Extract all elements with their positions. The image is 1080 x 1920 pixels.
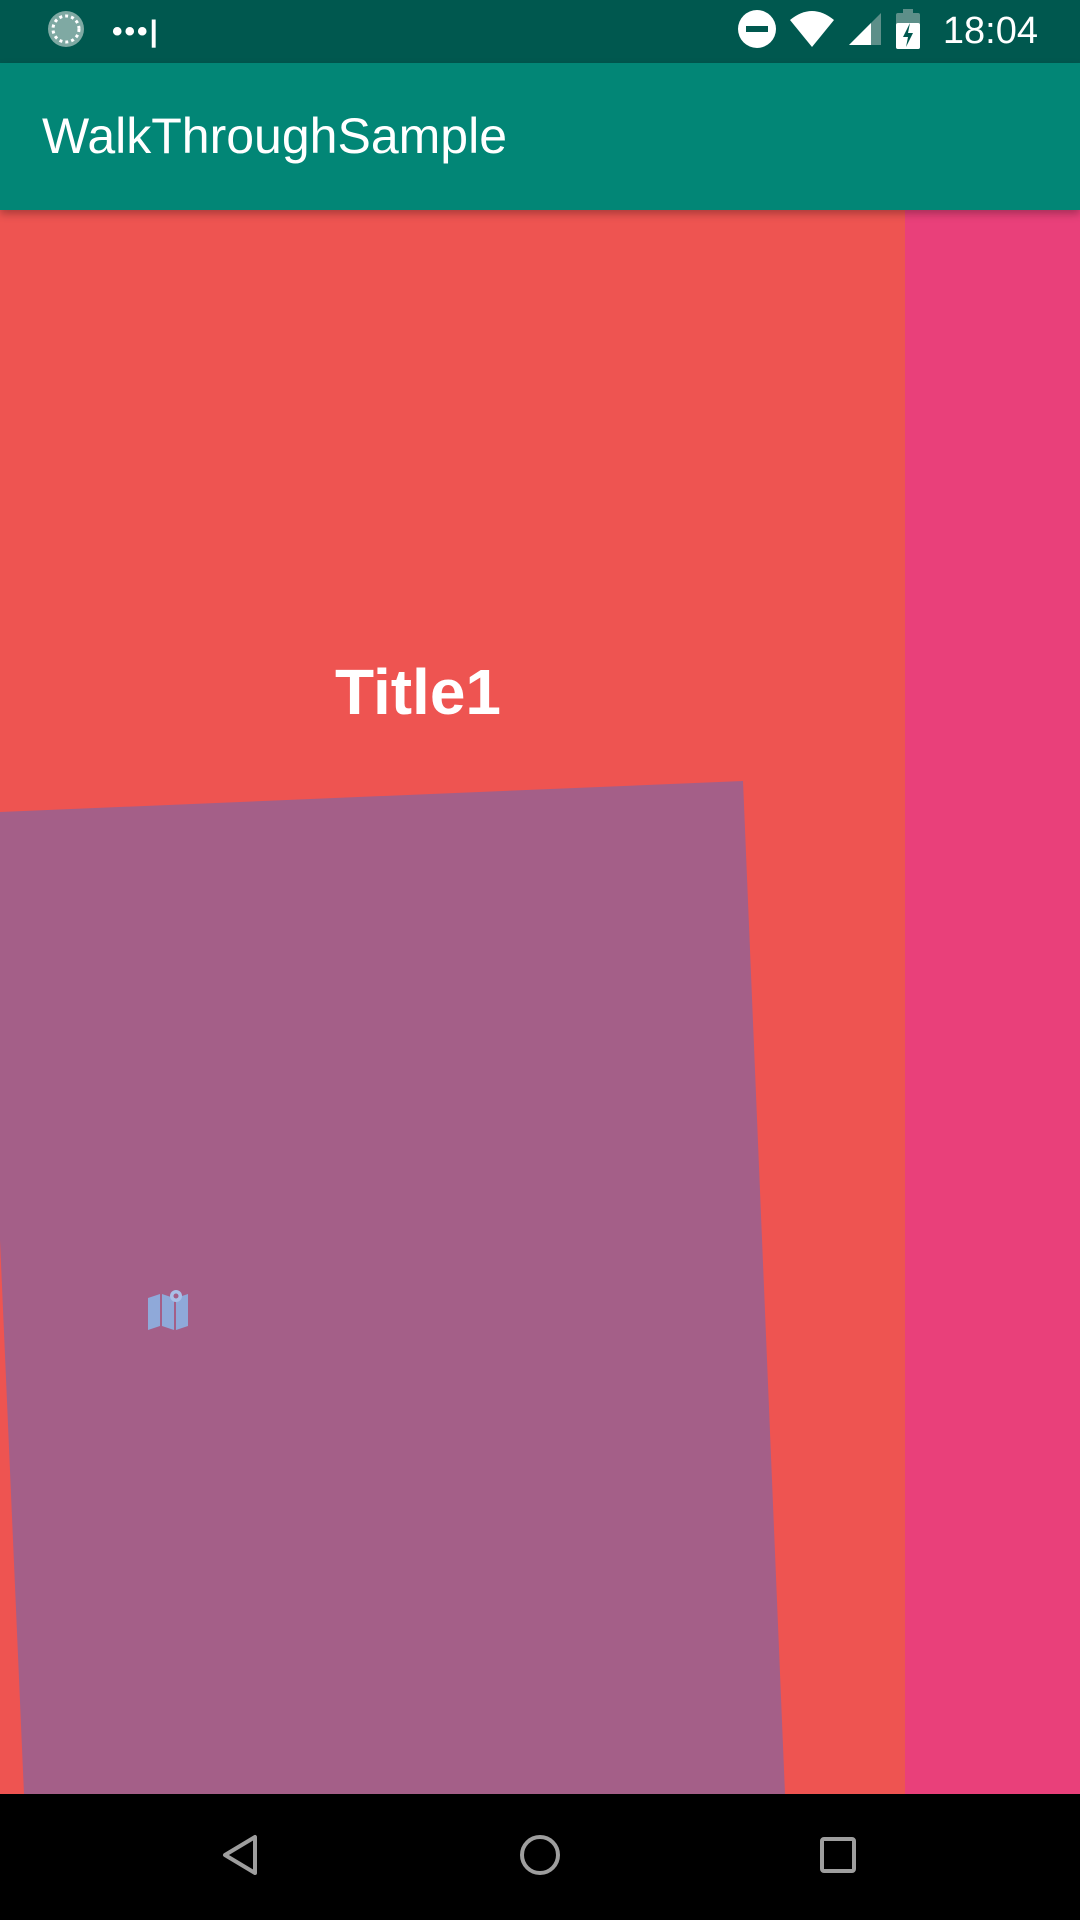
navigation-bar: [0, 1794, 1080, 1920]
back-button[interactable]: [181, 1794, 301, 1920]
status-right: 18:04: [737, 0, 1038, 63]
more-dots-icon: •••|: [112, 14, 160, 48]
walkthrough-pager[interactable]: Title1: [0, 210, 1080, 1794]
do-not-disturb-icon: [737, 9, 777, 54]
status-left: •••|: [46, 0, 160, 63]
recents-button[interactable]: [778, 1794, 898, 1920]
home-icon: [518, 1833, 562, 1882]
app-bar: WalkThroughSample: [0, 63, 1080, 210]
status-time: 18:04: [942, 10, 1038, 52]
status-bar: •••| 18:04: [0, 0, 1080, 63]
loading-icon: [46, 9, 86, 54]
home-button[interactable]: [480, 1794, 600, 1920]
map-icon: [146, 1290, 190, 1335]
app-title: WalkThroughSample: [42, 108, 508, 164]
recents-icon: [818, 1835, 858, 1880]
cellular-signal-icon: [847, 11, 883, 52]
walkthrough-card: [0, 781, 785, 1794]
screen: •••| 18:04 WalkThroughSample Title1: [0, 0, 1080, 1920]
back-icon: [219, 1833, 263, 1882]
card-shape: [0, 781, 785, 1794]
battery-charging-icon: [895, 9, 921, 54]
wifi-icon: [789, 10, 835, 53]
